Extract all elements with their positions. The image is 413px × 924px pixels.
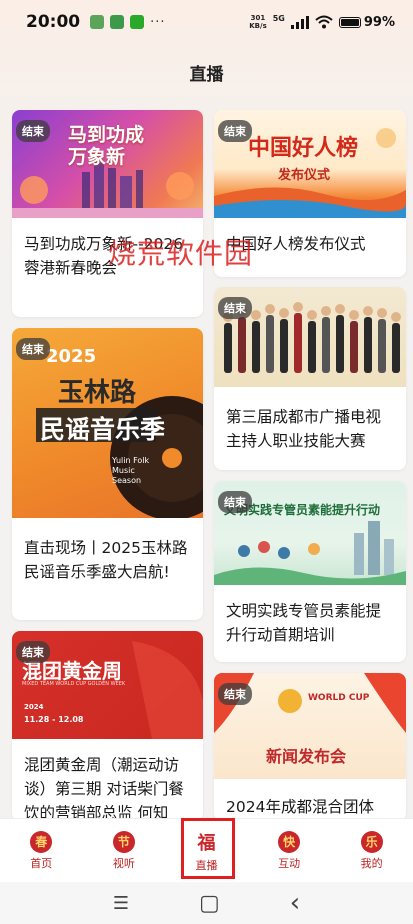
nav-label: 视听 [112, 856, 135, 870]
interact-icon: 快 [278, 830, 301, 853]
thumbnail-subtext: MIXED TEAM WORLD CUP GOLDEN WEEK [22, 681, 126, 687]
live-card[interactable]: 马到功成万象新 结束 马到功成万象新--2026蓉港新春晚会 [12, 110, 203, 317]
status-bar: 20:00 ··· 301 KB/s 5G 99% [0, 0, 413, 44]
thumbnail-year: 2025 [46, 346, 97, 367]
network-speed: 301 KB/s [249, 14, 267, 30]
watermark-text: 烧荒软件园 [108, 237, 254, 270]
wechat-notification-icon [130, 15, 145, 29]
ended-badge: 结束 [218, 491, 252, 513]
notification-icons: ··· [90, 15, 165, 30]
system-nav: ☰ ▢ ‹ [0, 882, 413, 924]
ended-badge: 结束 [218, 120, 252, 142]
video-icon: 节 [112, 830, 135, 853]
thumbnail-text: 中国好人榜 [248, 136, 359, 161]
thumbnail-date: 11.28 - 12.08 [24, 715, 84, 724]
thumbnail-subtext: 发布仪式 [278, 168, 331, 183]
nav-item-video[interactable]: 节 视听 [94, 830, 154, 871]
card-title: 直击现场丨2025玉林路民谣音乐季盛大启航! [24, 539, 188, 581]
nav-label: 首页 [30, 856, 53, 870]
thumbnail-text: 玉林路 [58, 378, 137, 408]
thumbnail-text: 新闻发布会 [266, 747, 347, 766]
back-icon[interactable]: ‹ [290, 888, 300, 918]
app-notification-icon [90, 15, 105, 29]
page-title: 直播 [189, 65, 224, 85]
network-type: 5G [272, 13, 285, 23]
home-button-icon[interactable]: ▢ [199, 891, 220, 916]
battery-indicator: 99% [338, 15, 395, 30]
thumbnail-english: Yulin Folk Music Season [112, 456, 150, 485]
thumbnail-text: 马到功成万象新 [68, 124, 145, 168]
card-title: 第三届成都市广播电视主持人职业技能大赛 [226, 408, 382, 450]
home-icon: 春 [30, 830, 53, 853]
nav-label: 互动 [278, 856, 301, 870]
ended-badge: 结束 [16, 641, 50, 663]
nav-label: 我的 [360, 856, 383, 870]
profile-icon: 乐 [360, 830, 383, 853]
status-time: 20:00 [26, 12, 81, 32]
card-title: 文明实践专管员素能提升行动首期培训 [226, 602, 382, 644]
wifi-icon [315, 15, 333, 29]
card-title: 2024年成都混合团体 [226, 798, 374, 816]
ended-badge: 结束 [16, 120, 50, 142]
selection-highlight [181, 818, 235, 879]
ended-badge: 结束 [16, 338, 50, 360]
live-card[interactable]: 混团黄金周 MIXED TEAM WORLD CUP GOLDEN WEEK 2… [12, 631, 203, 821]
ended-badge: 结束 [218, 297, 252, 319]
battery-icon [338, 16, 361, 28]
live-card[interactable]: WORLD CUP 新闻发布会 结束 2024年成都混合团体 [214, 673, 406, 821]
signal-icon [290, 15, 309, 29]
card-title: 混团黄金周（潮运动访谈）第三期 对话柴门餐饮的营销部总监 何知 [24, 756, 184, 821]
nav-item-mine[interactable]: 乐 我的 [342, 830, 402, 871]
thumbnail-english: WORLD CUP [308, 693, 370, 703]
thumbnail-year: 2024 [24, 703, 44, 711]
ended-badge: 结束 [218, 683, 252, 705]
live-card[interactable]: 文明实践专管员素能提升行动 结束 文明实践专管员素能提升行动首期培训 [214, 481, 406, 662]
more-notifications-icon: ··· [150, 14, 166, 30]
nav-item-interact[interactable]: 快 互动 [259, 830, 319, 871]
live-card[interactable]: 2025 玉林路 民谣音乐季 Yulin Folk Music Season 结… [12, 328, 203, 620]
app-notification-icon [110, 15, 125, 29]
thumbnail-text: 民谣音乐季 [40, 415, 166, 444]
menu-icon[interactable]: ☰ [113, 893, 129, 914]
nav-item-home[interactable]: 春 首页 [11, 830, 71, 871]
live-card[interactable]: 结束 第三届成都市广播电视主持人职业技能大赛 [214, 287, 406, 470]
